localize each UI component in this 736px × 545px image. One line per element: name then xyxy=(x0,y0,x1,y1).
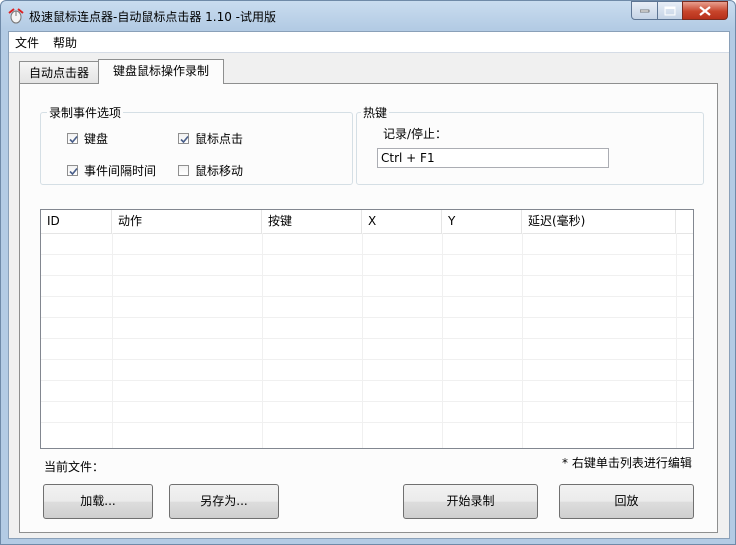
grid-line xyxy=(41,338,693,339)
grid-line xyxy=(262,233,263,448)
grid-line xyxy=(41,401,693,402)
column-header-key[interactable]: 按键 xyxy=(262,210,362,233)
record-events-list[interactable]: ID 动作 按键 X Y 延迟(毫秒) xyxy=(40,209,694,449)
column-header-action[interactable]: 动作 xyxy=(112,210,262,233)
check-icon xyxy=(69,167,78,176)
hotkey-label: 记录/停止： xyxy=(383,127,448,141)
grid-line xyxy=(41,317,693,318)
interval-checkbox[interactable]: 事件间隔时间 xyxy=(67,162,156,179)
list-header: ID 动作 按键 X Y 延迟(毫秒) xyxy=(41,210,693,234)
load-button[interactable]: 加载... xyxy=(43,484,153,519)
menu-bar: 文件 帮助 xyxy=(9,32,729,53)
checkbox-box[interactable] xyxy=(178,165,189,176)
tab-keyboard-mouse-record[interactable]: 键盘鼠标操作录制 xyxy=(98,59,224,84)
mouse-click-checkbox[interactable]: 鼠标点击 xyxy=(178,130,243,147)
keyboard-checkbox[interactable]: 键盘 xyxy=(67,130,108,147)
window-title: 极速鼠标连点器-自动鼠标点击器 1.10 -试用版 xyxy=(29,10,277,24)
check-icon xyxy=(180,135,189,144)
current-file-label: 当前文件： xyxy=(44,460,105,474)
mouse-click-label: 鼠标点击 xyxy=(195,132,244,146)
client-area: 文件 帮助 自动点击器 键盘鼠标操作录制 录制事件选项 键盘 鼠标点击 事件间隔… xyxy=(8,31,730,539)
checkbox-box[interactable] xyxy=(178,133,189,144)
interval-label: 事件间隔时间 xyxy=(84,164,157,178)
grid-line xyxy=(442,233,443,448)
save-as-button[interactable]: 另存为... xyxy=(169,484,279,519)
minimize-button[interactable] xyxy=(631,1,658,20)
record-options-group: 录制事件选项 键盘 鼠标点击 事件间隔时间 鼠标移动 xyxy=(40,104,353,185)
menu-help[interactable]: 帮助 xyxy=(53,34,77,51)
minimize-icon xyxy=(639,9,649,12)
grid-line xyxy=(41,254,693,255)
app-window: 极速鼠标连点器-自动鼠标点击器 1.10 -试用版 文件 帮助 自动点击器 键盘… xyxy=(0,0,736,545)
column-header-delay[interactable]: 延迟(毫秒) xyxy=(522,210,676,233)
grid-line xyxy=(41,380,693,381)
tab-auto-clicker[interactable]: 自动点击器 xyxy=(19,61,99,83)
check-icon xyxy=(69,135,78,144)
grid-line xyxy=(41,275,693,276)
start-record-button[interactable]: 开始录制 xyxy=(403,484,538,519)
column-header-y[interactable]: Y xyxy=(442,210,522,233)
close-button[interactable] xyxy=(682,1,728,20)
close-icon xyxy=(699,5,711,16)
mouse-app-icon xyxy=(7,7,25,25)
column-header-id[interactable]: ID xyxy=(41,210,112,233)
grid-line xyxy=(41,296,693,297)
mouse-move-checkbox[interactable]: 鼠标移动 xyxy=(178,162,243,179)
edit-hint: * 右键单击列表进行编辑 xyxy=(562,456,692,470)
maximize-button[interactable] xyxy=(657,1,683,20)
hotkey-group: 热键 记录/停止： Ctrl + F1 xyxy=(356,104,704,185)
grid-line xyxy=(41,359,693,360)
playback-button[interactable]: 回放 xyxy=(559,484,694,519)
maximize-icon xyxy=(664,6,676,15)
record-options-legend: 录制事件选项 xyxy=(47,104,124,121)
grid-line xyxy=(112,233,113,448)
mouse-move-label: 鼠标移动 xyxy=(195,164,244,178)
hotkey-legend: 热键 xyxy=(361,104,390,121)
keyboard-label: 键盘 xyxy=(84,132,109,146)
record-tab-panel: 录制事件选项 键盘 鼠标点击 事件间隔时间 鼠标移动 热键 记录/停止： Ctr… xyxy=(19,83,718,533)
grid-line xyxy=(676,233,677,448)
grid-line xyxy=(522,233,523,448)
menu-file[interactable]: 文件 xyxy=(15,34,39,51)
column-header-x[interactable]: X xyxy=(362,210,442,233)
checkbox-box[interactable] xyxy=(67,165,78,176)
grid-line xyxy=(41,422,693,423)
hotkey-field[interactable]: Ctrl + F1 xyxy=(377,148,609,168)
checkbox-box[interactable] xyxy=(67,133,78,144)
grid-line xyxy=(362,233,363,448)
title-bar[interactable]: 极速鼠标连点器-自动鼠标点击器 1.10 -试用版 xyxy=(1,1,735,31)
